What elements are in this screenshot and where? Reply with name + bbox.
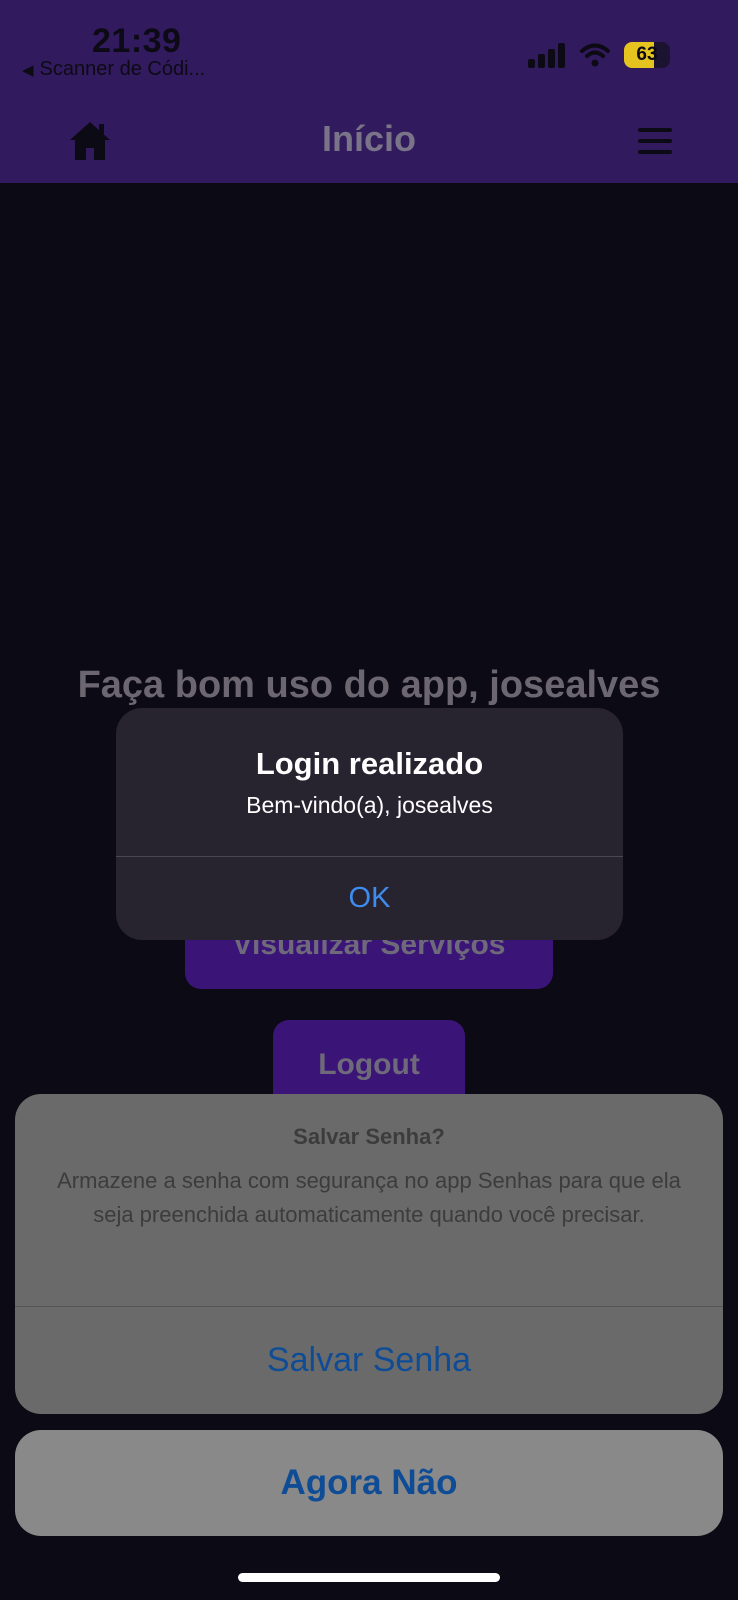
save-password-sheet: Salvar Senha? Armazene a senha com segur… (15, 1094, 723, 1414)
back-app-label: Scanner de Códi... (39, 58, 206, 80)
wifi-icon (580, 43, 610, 67)
alert-message: Bem-vindo(a), josealves (246, 792, 493, 818)
hamburger-menu-icon[interactable] (638, 128, 672, 154)
save-password-button[interactable]: Salvar Senha (15, 1307, 723, 1414)
alert-ok-button[interactable]: OK (116, 857, 623, 940)
not-now-button[interactable]: Agora Não (15, 1430, 723, 1536)
status-time: 21:39 (92, 22, 182, 60)
page-title: Início (321, 118, 416, 159)
cellular-signal-icon (528, 42, 568, 68)
welcome-message: Faça bom uso do app, josealves (77, 664, 661, 706)
login-alert-dialog: Login realizado Bem-vindo(a), josealves … (116, 708, 623, 940)
battery-icon: 63 (624, 42, 670, 68)
back-arrow-icon: ◀ (22, 62, 34, 79)
battery-percent: 63 (636, 44, 658, 65)
alert-title: Login realizado (255, 746, 484, 781)
back-to-app-link[interactable]: ◀ Scanner de Códi... (22, 58, 205, 81)
home-indicator[interactable] (238, 1573, 500, 1582)
sheet-title: Salvar Senha? (293, 1124, 445, 1149)
header-bar: 21:39 ◀ Scanner de Códi... 63 Início (0, 0, 738, 183)
sheet-message: Armazene a senha com segurança no app Se… (57, 1168, 681, 1227)
